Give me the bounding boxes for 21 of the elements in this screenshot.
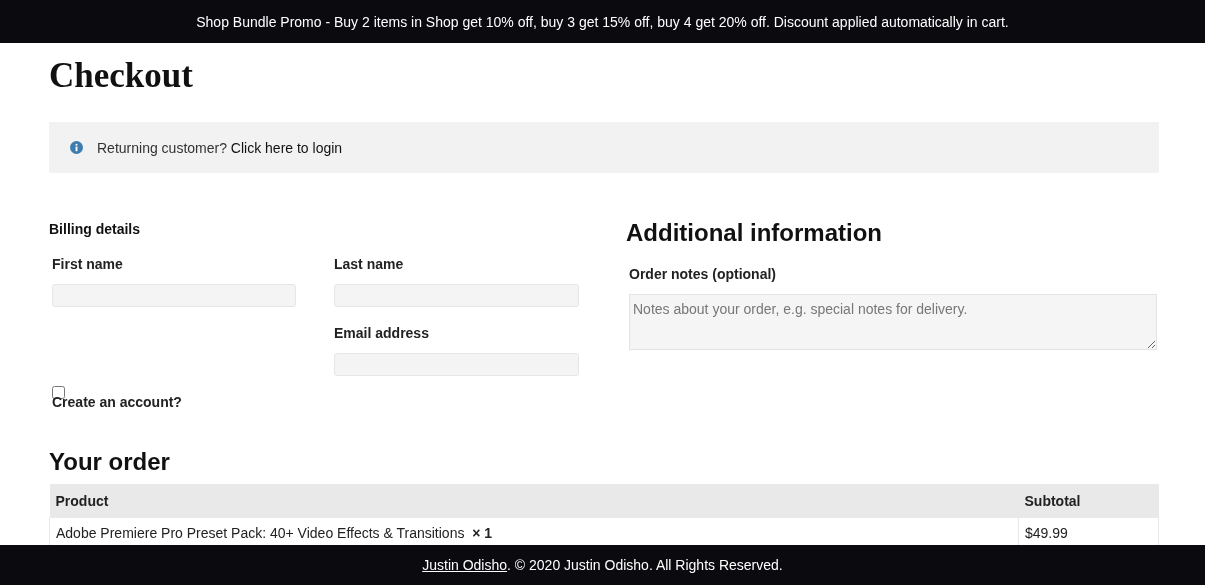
- column-header: Product: [49, 484, 1019, 518]
- field-label: Email address: [334, 325, 430, 341]
- field-label: First name: [52, 256, 124, 272]
- section-heading: Additional information: [626, 219, 883, 247]
- notes-field[interactable]: Notes about your order, e.g. special notes for delivery.: [629, 294, 1157, 350]
- section-heading: Billing details: [49, 221, 141, 237]
- column-header: Subtotal: [1018, 484, 1159, 518]
- input-field[interactable]: [334, 284, 579, 307]
- checkbox[interactable]: [52, 386, 65, 399]
- promo-text: Shop Bundle Promo - Buy 2 items in Shop get 10% off, buy 3 get 15% off, buy 4 get 20% off. Discount applied automatically in cart.: [0, 0, 1205, 43]
- field-label: Order notes (optional): [629, 266, 776, 282]
- section-heading: Your order: [49, 448, 171, 476]
- input-field[interactable]: [52, 284, 296, 307]
- page-title: Checkout: [49, 57, 193, 95]
- login-link[interactable]: Click here to login: [230, 139, 343, 156]
- notice-text: Returning customer? Click here to login: [97, 139, 343, 156]
- footer-text: Justin Odisho. © 2020 Justin Odisho. All Rights Reserved.: [422, 557, 783, 573]
- field-label: Last name: [334, 256, 405, 272]
- info-icon: [70, 141, 83, 154]
- input-field[interactable]: [334, 353, 579, 376]
- checkbox-label: Create an account?: [52, 394, 183, 410]
